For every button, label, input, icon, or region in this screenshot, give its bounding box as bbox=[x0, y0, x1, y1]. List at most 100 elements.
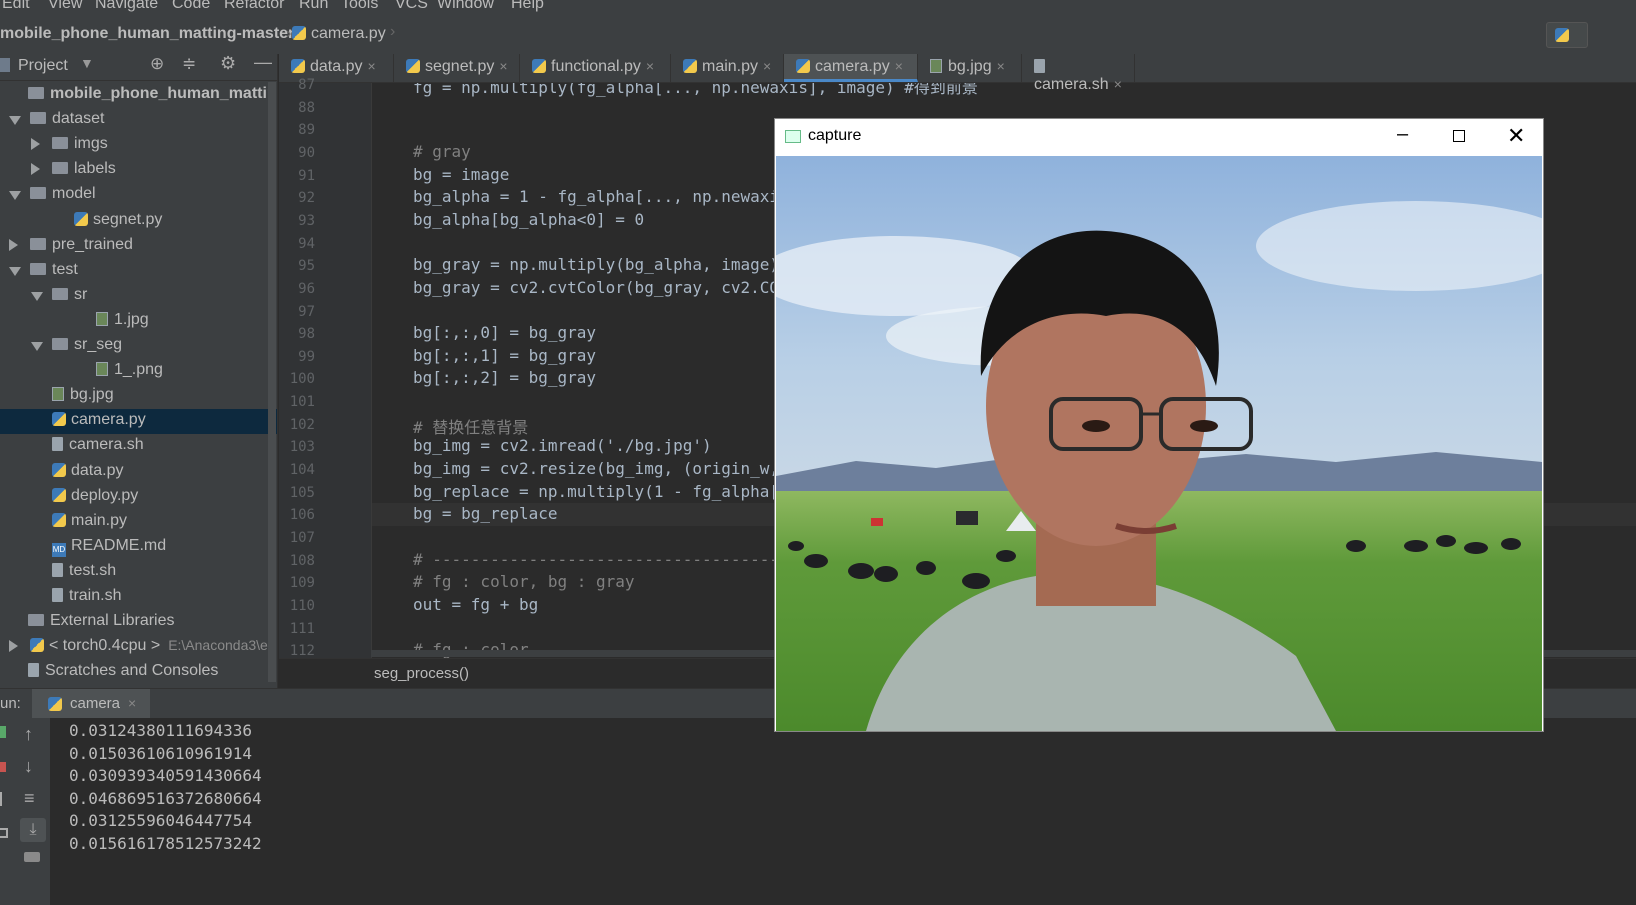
menu-item-help[interactable]: Help bbox=[511, 0, 544, 13]
collapse-all-icon[interactable]: ≑ bbox=[182, 54, 196, 74]
minimize-panel-icon[interactable]: — bbox=[254, 52, 272, 73]
stop-icon[interactable] bbox=[0, 762, 6, 772]
tree-item[interactable]: labels bbox=[0, 158, 277, 183]
tree-item[interactable]: External Libraries bbox=[0, 610, 277, 635]
expand-right-icon[interactable] bbox=[31, 163, 40, 176]
menu-item-vcs[interactable]: VCS bbox=[395, 0, 428, 13]
menu-item-window[interactable]: Window bbox=[437, 0, 494, 13]
soft-wrap-icon[interactable]: ≡ bbox=[24, 788, 35, 809]
code-line[interactable]: bg = bg_replace bbox=[413, 504, 558, 523]
down-arrow-icon[interactable]: ↓ bbox=[24, 756, 33, 777]
tree-item[interactable]: 1.jpg bbox=[0, 309, 277, 334]
code-line[interactable]: bg[:,:,1] = bg_gray bbox=[413, 346, 596, 365]
tree-item[interactable]: sr_seg bbox=[0, 334, 277, 359]
code-line[interactable]: bg_alpha[bg_alpha<0] = 0 bbox=[413, 210, 644, 229]
project-scrollbar[interactable] bbox=[268, 82, 276, 682]
tree-item[interactable]: < torch0.4cpu > E:\Anaconda3\e bbox=[0, 635, 277, 660]
maximize-window-icon[interactable] bbox=[1453, 130, 1465, 142]
tab-camera-py[interactable]: camera.py × bbox=[784, 54, 918, 82]
run-config-button[interactable] bbox=[1546, 22, 1588, 48]
expand-down-icon[interactable] bbox=[9, 191, 21, 201]
text-file-icon bbox=[52, 437, 63, 452]
rerun-icon[interactable] bbox=[0, 726, 6, 738]
tree-item[interactable]: train.sh bbox=[0, 585, 277, 610]
close-tab-icon[interactable]: × bbox=[646, 58, 654, 74]
tree-item[interactable]: MD README.md bbox=[0, 535, 277, 560]
breadcrumb-file[interactable]: camera.py bbox=[292, 25, 386, 43]
menu-item-edit[interactable]: Edit bbox=[2, 0, 30, 13]
code-line[interactable]: # fg : color, bg : gray bbox=[413, 572, 635, 591]
capture-window[interactable]: capture – ✕ bbox=[774, 118, 1544, 732]
tree-item[interactable]: model bbox=[0, 183, 277, 208]
tab-bg-jpg[interactable]: bg.jpg × bbox=[918, 54, 1022, 82]
project-panel-title[interactable]: Project bbox=[18, 57, 68, 75]
menu-item-tools[interactable]: Tools bbox=[341, 0, 378, 13]
menu-item-code[interactable]: Code bbox=[172, 0, 210, 13]
close-icon[interactable]: × bbox=[128, 695, 136, 711]
menu-item-run[interactable]: Run bbox=[299, 0, 328, 13]
run-console-output[interactable]: 0.03124380111694336 0.01503610610961914 0.… bbox=[50, 718, 1636, 905]
breadcrumb-project[interactable]: mobile_phone_human_matting-master bbox=[0, 25, 294, 43]
minimize-window-icon[interactable]: – bbox=[1397, 123, 1408, 146]
code-line[interactable]: # 替换任意背景 bbox=[413, 414, 528, 438]
tab-camera-sh[interactable]: camera.sh × bbox=[1022, 54, 1135, 93]
capture-title-bar[interactable]: capture – ✕ bbox=[775, 119, 1543, 155]
tree-item[interactable]: camera.sh bbox=[0, 434, 277, 459]
tab-main-py[interactable]: main.py × bbox=[671, 54, 784, 82]
expand-down-icon[interactable] bbox=[31, 291, 43, 301]
tree-item[interactable]: camera.py bbox=[0, 409, 277, 435]
pause-icon[interactable] bbox=[0, 792, 2, 806]
close-tab-icon[interactable]: × bbox=[367, 58, 375, 74]
tree-item[interactable]: dataset bbox=[0, 108, 277, 133]
tree-item[interactable]: deploy.py bbox=[0, 485, 277, 510]
tree-item[interactable]: main.py bbox=[0, 510, 277, 535]
line-number: 95 bbox=[298, 258, 315, 275]
close-tab-icon[interactable]: × bbox=[895, 58, 903, 74]
expand-right-icon[interactable] bbox=[9, 640, 18, 653]
up-arrow-icon[interactable]: ↑ bbox=[24, 724, 33, 745]
menu-item-view[interactable]: View bbox=[48, 0, 82, 13]
tab-segnet-py[interactable]: segnet.py × bbox=[394, 54, 520, 82]
code-line[interactable]: fg = np.multiply(fg_alpha[..., np.newaxi… bbox=[413, 83, 978, 98]
close-tab-icon[interactable]: × bbox=[997, 58, 1005, 74]
close-tab-icon[interactable]: × bbox=[499, 58, 507, 74]
tab-functional-py[interactable]: functional.py × bbox=[520, 54, 671, 82]
tree-item[interactable]: segnet.py bbox=[0, 209, 277, 234]
function-breadcrumb[interactable]: seg_process() bbox=[374, 665, 469, 682]
layout-icon[interactable] bbox=[0, 828, 8, 838]
scroll-to-end-icon[interactable]: ⤓ bbox=[20, 818, 46, 842]
menu-item-navigate[interactable]: Navigate bbox=[95, 0, 158, 13]
tree-item[interactable]: test.sh bbox=[0, 560, 277, 585]
code-line[interactable]: bg_img = cv2.imread('./bg.jpg') bbox=[413, 436, 712, 455]
code-line[interactable]: # gray bbox=[413, 142, 471, 161]
locate-icon[interactable]: ⊕ bbox=[150, 54, 164, 74]
code-line[interactable]: bg_alpha = 1 - fg_alpha[..., np.newaxis] bbox=[413, 187, 798, 206]
close-window-icon[interactable]: ✕ bbox=[1507, 123, 1525, 149]
tree-item[interactable]: imgs bbox=[0, 133, 277, 158]
tree-item[interactable]: data.py bbox=[0, 460, 277, 485]
tree-item[interactable]: bg.jpg bbox=[0, 384, 277, 409]
expand-down-icon[interactable] bbox=[31, 342, 43, 351]
menu-item-refactor[interactable]: Refactor bbox=[224, 0, 284, 13]
expand-down-icon[interactable] bbox=[9, 116, 21, 126]
tree-item[interactable]: mobile_phone_human_matting-master bbox=[0, 83, 277, 108]
gear-icon[interactable]: ⚙ bbox=[220, 53, 236, 74]
tree-item[interactable]: 1_.png bbox=[0, 359, 277, 384]
tree-item[interactable]: test bbox=[0, 259, 277, 284]
code-line[interactable]: out = fg + bg bbox=[413, 595, 538, 614]
expand-right-icon[interactable] bbox=[31, 138, 40, 151]
code-line[interactable]: bg_gray = np.multiply(bg_alpha, image) bbox=[413, 255, 779, 274]
tree-item[interactable]: pre_trained bbox=[0, 234, 277, 259]
tree-item[interactable]: Scratches and Consoles bbox=[0, 660, 277, 685]
chevron-down-icon[interactable]: ▼ bbox=[80, 55, 94, 71]
tree-item[interactable]: sr bbox=[0, 284, 277, 309]
code-line[interactable]: bg[:,:,2] = bg_gray bbox=[413, 368, 596, 387]
print-icon[interactable] bbox=[24, 852, 40, 862]
run-tab-camera[interactable]: camera × bbox=[32, 689, 150, 719]
close-tab-icon[interactable]: × bbox=[763, 58, 771, 74]
code-line[interactable]: bg = image bbox=[413, 165, 509, 184]
line-number: 92 bbox=[298, 190, 315, 207]
expand-right-icon[interactable] bbox=[9, 238, 18, 251]
code-line[interactable]: bg[:,:,0] = bg_gray bbox=[413, 323, 596, 342]
expand-down-icon[interactable] bbox=[9, 266, 21, 276]
